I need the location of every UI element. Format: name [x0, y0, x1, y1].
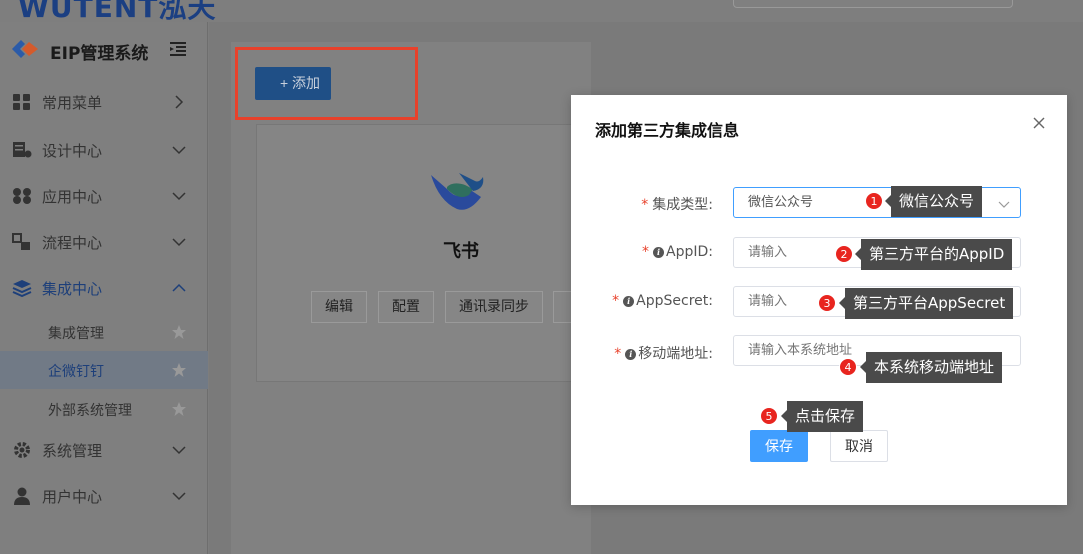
contacts-sync-button[interactable]: 通讯录同步 — [445, 291, 543, 323]
chevron-down-icon — [172, 446, 186, 455]
sidebar-item-common-menu[interactable]: 常用菜单 — [0, 79, 208, 125]
sidebar-item-user-center[interactable]: 用户中心 — [0, 473, 208, 519]
sidebar-item-label: 常用菜单 — [42, 94, 103, 112]
callout-3: 第三方平台AppSecret — [838, 288, 1014, 319]
save-button[interactable]: 保存 — [750, 430, 808, 462]
info-icon: i — [623, 296, 635, 307]
brand-title: EIP管理系统 — [50, 44, 149, 64]
brand: EIP管理系统 — [0, 22, 208, 78]
cancel-button[interactable]: 取消 — [830, 430, 888, 462]
callout-5: 点击保存 — [780, 401, 864, 432]
sidebar-item-label: 应用中心 — [42, 188, 103, 206]
menu-collapse-icon[interactable] — [170, 40, 186, 58]
sidebar-item-flow-center[interactable]: 流程中心 — [0, 219, 208, 265]
chevron-right-icon — [175, 95, 184, 109]
header-search-box[interactable] — [733, 0, 1013, 8]
info-icon: i — [625, 349, 637, 360]
highlight-box — [235, 47, 418, 120]
sidebar: EIP管理系统 常用菜单 设计中心 应用中心 流程中心 集成中心 集成管理 企微… — [0, 22, 208, 554]
sidebar-item-app-center[interactable]: 应用中心 — [0, 173, 208, 219]
sidebar-item-system-management[interactable]: 系统管理 — [0, 427, 208, 473]
config-button[interactable]: 配置 — [378, 291, 434, 323]
sidebar-item-label: 系统管理 — [42, 442, 103, 460]
chevron-down-icon — [172, 238, 186, 247]
gear-icon — [14, 442, 30, 458]
sidebar-item-label: 用户中心 — [42, 488, 103, 506]
sidebar-item-integration-center[interactable]: 集成中心 — [0, 265, 208, 311]
appsecret-label: * i AppSecret: — [612, 293, 713, 309]
star-icon[interactable] — [172, 325, 186, 339]
sidebar-item-design-center[interactable]: 设计中心 — [0, 127, 208, 173]
sidebar-item-label: 集成中心 — [42, 280, 103, 298]
callout-4: 本系统移动端地址 — [859, 352, 1003, 383]
sidebar-item-label: 流程中心 — [42, 234, 103, 252]
info-icon: i — [653, 247, 665, 258]
edit-button[interactable]: 编辑 — [311, 291, 367, 323]
apps-icon — [13, 188, 31, 204]
star-icon[interactable] — [172, 402, 186, 416]
star-icon[interactable] — [172, 363, 186, 377]
step-marker-1: 1 — [865, 192, 883, 210]
appid-label: * i AppID: — [642, 244, 713, 260]
chevron-down-icon — [172, 146, 186, 155]
sidebar-subitem-external-systems[interactable]: 外部系统管理 — [0, 390, 208, 428]
callout-1: 微信公众号 — [884, 186, 983, 217]
sidebar-subitem-label: 集成管理 — [48, 326, 104, 342]
flow-icon — [12, 233, 30, 250]
feishu-logo-icon — [431, 173, 484, 210]
card-title: 飞书 — [443, 241, 479, 262]
chevron-up-icon — [172, 283, 186, 292]
sidebar-subitem-integration-management[interactable]: 集成管理 — [0, 313, 208, 351]
brand-logo-icon — [12, 40, 38, 58]
modal-title: 添加第三方集成信息 — [595, 121, 740, 140]
sidebar-subitem-wecom-dingtalk[interactable]: 企微钉钉 — [0, 351, 208, 389]
step-marker-2: 2 — [835, 245, 853, 263]
chevron-down-icon — [172, 492, 186, 501]
sidebar-item-label: 设计中心 — [42, 142, 103, 160]
integration-card-feishu: 飞书 编辑 配置 通讯录同步 — [256, 124, 586, 382]
callout-2: 第三方平台的AppID — [854, 239, 1013, 270]
user-icon — [14, 487, 30, 505]
grid-icon — [13, 94, 30, 110]
step-marker-4: 4 — [839, 358, 857, 376]
design-icon — [13, 142, 32, 158]
close-icon[interactable] — [1031, 115, 1047, 131]
step-marker-3: 3 — [818, 294, 836, 312]
integration-type-label: * 集成类型: — [641, 197, 713, 213]
layers-icon — [12, 280, 32, 297]
chevron-down-icon — [172, 192, 186, 201]
top-bar: WUTENT泓天 — [0, 0, 1083, 24]
mobile-address-label: * i 移动端地址: — [614, 346, 713, 362]
step-marker-5: 5 — [760, 407, 778, 425]
sidebar-subitem-label: 企微钉钉 — [48, 364, 104, 380]
chevron-down-icon — [998, 201, 1010, 208]
sidebar-subitem-label: 外部系统管理 — [48, 403, 132, 419]
